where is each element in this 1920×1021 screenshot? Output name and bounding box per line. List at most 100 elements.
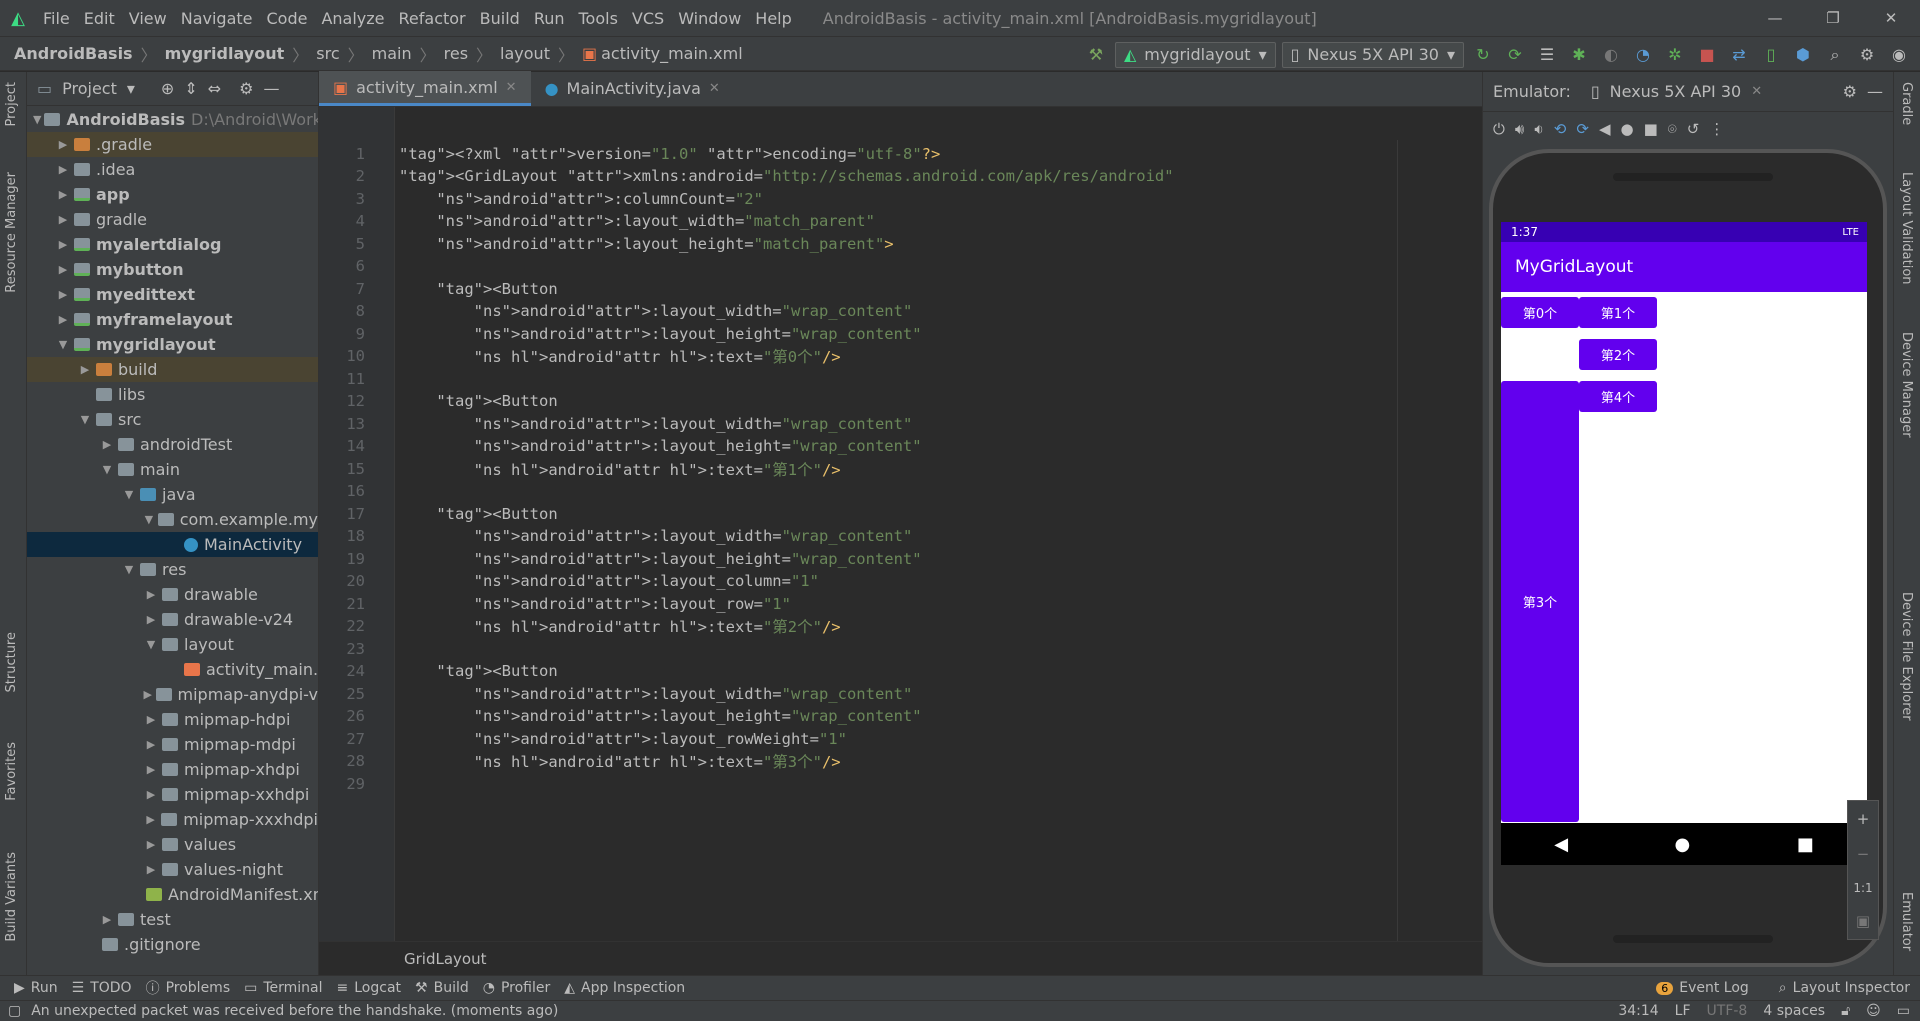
inspection-icon[interactable]: ☺ <box>1866 1003 1881 1019</box>
tool-run[interactable]: ▶ Run <box>14 980 58 996</box>
home-icon[interactable]: ● <box>1620 120 1633 138</box>
memory-icon[interactable]: ▭ <box>1897 1003 1910 1019</box>
tool-build[interactable]: ⚒ Build <box>415 980 469 996</box>
tool-window-favorites[interactable]: Favorites <box>4 742 19 801</box>
grid-button-2[interactable]: 第2个 <box>1579 339 1657 370</box>
tree-item[interactable]: ▶ test <box>27 907 318 932</box>
tree-item[interactable]: ▶ mipmap-mdpi <box>27 732 318 757</box>
gear-icon[interactable]: ⚙ <box>1843 82 1857 101</box>
tool-window-device-file-explorer[interactable]: Device File Explorer <box>1899 592 1914 721</box>
menu-run[interactable]: Run <box>527 9 572 28</box>
zoom-out-icon[interactable]: − <box>1857 845 1870 863</box>
tree-item[interactable]: ▶ androidTest <box>27 432 318 457</box>
menu-refactor[interactable]: Refactor <box>392 9 473 28</box>
menu-help[interactable]: Help <box>748 9 798 28</box>
rotate-left-icon[interactable]: ⟲ <box>1554 120 1567 138</box>
tree-item[interactable]: ▼ AndroidBasis D:\Android\Works <box>27 107 318 132</box>
grid-button-4[interactable]: 第4个 <box>1579 381 1657 412</box>
menu-view[interactable]: View <box>122 9 174 28</box>
tree-item[interactable]: ▶ gradle <box>27 207 318 232</box>
lock-icon[interactable]: 🔓︎ <box>1841 1003 1850 1019</box>
breadcrumb-item[interactable]: activity_main.xml <box>601 44 743 63</box>
tool-window-structure[interactable]: Structure <box>4 632 19 692</box>
tree-item[interactable]: ▶ values <box>27 832 318 857</box>
tree-item[interactable]: ▶ mipmap-hdpi <box>27 707 318 732</box>
tree-item[interactable]: .gitignore <box>27 932 318 957</box>
tree-item[interactable]: ▶ drawable-v24 <box>27 607 318 632</box>
power-icon[interactable]: ⏻ <box>1493 120 1505 138</box>
collapse-all-icon[interactable]: ⇔ <box>208 79 221 98</box>
menu-tools[interactable]: Tools <box>572 9 625 28</box>
breadcrumb-item[interactable]: res <box>444 44 468 63</box>
tool-logcat[interactable]: ≡ Logcat <box>337 980 402 996</box>
camera-icon[interactable]: ⌾ <box>1668 120 1677 138</box>
breadcrumb-item[interactable]: AndroidBasis <box>14 44 133 63</box>
code-view[interactable]: 1 "tag"><?xml "attr">version="1.0" "attr"… <box>319 140 1482 941</box>
tree-item[interactable]: ▶ .idea <box>27 157 318 182</box>
menu-code[interactable]: Code <box>260 9 315 28</box>
home-icon[interactable]: ● <box>1675 834 1691 855</box>
tab-activity-main[interactable]: ▣ activity_main.xml ✕ <box>319 71 531 106</box>
tool-todo[interactable]: ☰ TODO <box>72 980 132 996</box>
hammer-icon[interactable]: ⚒ <box>1083 45 1109 64</box>
tool-window-project[interactable]: Project <box>4 82 19 126</box>
device-screen[interactable]: 1:37 LTE MyGridLayout 第0个 第1个 第2个 第3个 第4个… <box>1501 222 1867 865</box>
zoom-in-icon[interactable]: + <box>1857 810 1870 828</box>
grid-button-1[interactable]: 第1个 <box>1579 297 1657 328</box>
hide-icon[interactable]: — <box>1867 82 1883 101</box>
account-icon[interactable]: ◉ <box>1886 45 1912 64</box>
device-select[interactable]: ▯ Nexus 5X API 30 ▾ <box>1281 41 1464 68</box>
fit-screen-icon[interactable]: ▣ <box>1856 912 1870 930</box>
file-encoding[interactable]: UTF-8 <box>1707 1003 1748 1019</box>
line-separator[interactable]: LF <box>1675 1003 1691 1019</box>
profile-icon[interactable]: ◐ <box>1598 45 1624 64</box>
tree-item[interactable]: ▶ myframelayout <box>27 307 318 332</box>
overview-icon[interactable]: ■ <box>1797 834 1814 855</box>
tree-item[interactable]: ▶ values-night <box>27 857 318 882</box>
emulator-device-tab[interactable]: Nexus 5X API 30 <box>1610 82 1742 101</box>
status-message[interactable]: An unexpected packet was received before… <box>31 1003 558 1019</box>
tool-app-inspection[interactable]: ◭ App Inspection <box>564 980 685 996</box>
tree-item[interactable]: ▶ mipmap-xhdpi <box>27 757 318 782</box>
tree-item[interactable]: libs <box>27 382 318 407</box>
grid-button-0[interactable]: 第0个 <box>1501 297 1579 328</box>
grid-button-3[interactable]: 第3个 <box>1501 381 1579 822</box>
tree-item[interactable]: ▶ mipmap-xxxhdpi <box>27 807 318 832</box>
tree-item[interactable]: ▶ mybutton <box>27 257 318 282</box>
close-icon[interactable]: ✕ <box>506 80 517 95</box>
project-view-select[interactable]: Project <box>62 79 117 98</box>
tree-item[interactable]: ▼ com.example.my <box>27 507 318 532</box>
tool-window-gradle[interactable]: Gradle <box>1899 82 1914 125</box>
tree-item[interactable]: ▶ drawable <box>27 582 318 607</box>
menu-window[interactable]: Window <box>671 9 748 28</box>
device-manager-icon[interactable]: ▯ <box>1758 45 1784 64</box>
overview-icon[interactable]: ■ <box>1644 120 1658 138</box>
menu-navigate[interactable]: Navigate <box>174 9 260 28</box>
back-icon[interactable]: ◀ <box>1554 834 1568 855</box>
close-icon[interactable]: ✕ <box>1862 0 1920 36</box>
sdk-manager-icon[interactable]: ⬢ <box>1790 45 1816 64</box>
sync-gradle-icon[interactable]: ⇄ <box>1726 45 1752 64</box>
tool-layout-inspector[interactable]: ⌕ Layout Inspector <box>1779 980 1910 996</box>
tab-main-activity[interactable]: ● MainActivity.java ✕ <box>531 71 734 106</box>
stop-icon[interactable]: ■ <box>1694 45 1720 64</box>
tree-item[interactable]: AndroidManifest.xm <box>27 882 318 907</box>
menu-file[interactable]: File <box>36 9 77 28</box>
settings-icon[interactable]: ⚙ <box>1854 45 1880 64</box>
caret-position[interactable]: 34:14 <box>1618 1003 1658 1019</box>
menu-edit[interactable]: Edit <box>77 9 122 28</box>
tool-window-emulator[interactable]: Emulator <box>1899 892 1914 951</box>
tree-item[interactable]: ▶ .gradle <box>27 132 318 157</box>
tree-item[interactable]: ▼ java <box>27 482 318 507</box>
indent-setting[interactable]: 4 spaces <box>1763 1003 1825 1019</box>
search-icon[interactable]: ⌕ <box>1822 45 1848 65</box>
tree-item[interactable]: ▼ src <box>27 407 318 432</box>
back-icon[interactable]: ◀ <box>1599 120 1611 138</box>
minimize-icon[interactable]: — <box>1746 0 1804 36</box>
tool-window-build-variants[interactable]: Build Variants <box>4 852 19 942</box>
tree-item[interactable]: ▶ mipmap-xxhdpi <box>27 782 318 807</box>
menu-vcs[interactable]: VCS <box>625 9 671 28</box>
chevron-down-icon[interactable]: ▾ <box>127 79 135 98</box>
close-icon[interactable]: ✕ <box>709 81 720 96</box>
tree-item[interactable]: activity_main.x <box>27 657 318 682</box>
